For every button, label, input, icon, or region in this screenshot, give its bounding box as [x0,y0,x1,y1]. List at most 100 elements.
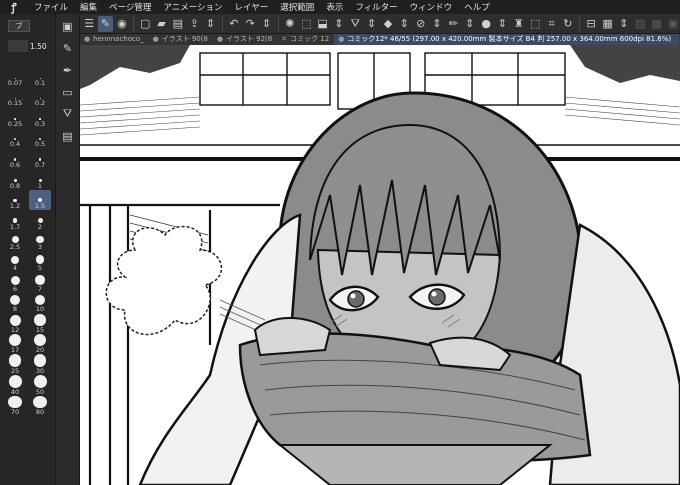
brush-size-option[interactable]: 1.7 [4,210,26,231]
menu-file[interactable]: ファイル [28,1,74,13]
stepper-icon[interactable]: ⇕ [203,16,217,32]
brush-size-label: 12 [10,325,20,334]
brush-size-option[interactable]: 8 [4,293,26,313]
tab-hennnachoco[interactable]: ● hennnachoco_ [80,34,149,45]
brush-dot-icon [34,314,46,326]
brush-size-option[interactable]: 5 [29,251,51,272]
stepper-icon[interactable]: ⇕ [364,16,378,32]
fill-bucket-icon[interactable]: ⛛ [348,16,362,32]
menu-animation[interactable]: アニメーション [157,1,228,13]
tab-illust-92[interactable]: ● イラスト 92(8 [212,34,278,45]
stepper-icon[interactable]: ⇕ [259,16,273,32]
brush-size-option[interactable]: 0.3 [29,107,51,128]
brush-size-option[interactable]: 80 [29,395,51,416]
menu-view[interactable]: 表示 [320,1,349,13]
menu-filter[interactable]: フィルター [349,1,403,13]
brush-size-option[interactable]: 17 [4,334,26,354]
deselect-icon[interactable]: ⬚ [299,16,313,32]
no-entry-icon[interactable]: ⊘ [414,16,428,32]
grid-icon[interactable]: ▦ [600,16,614,32]
brush-size-option[interactable]: 15 [29,313,51,334]
menu-window[interactable]: ウィンドウ [404,1,459,13]
close-icon[interactable]: ● [153,35,159,43]
brush-size-option[interactable]: 0.7 [29,148,51,169]
brush-size-option[interactable]: 1.5 [29,189,51,211]
brush-panel-tab[interactable]: ブ [8,20,30,32]
camera-icon[interactable]: ◉ [115,16,129,32]
rotate-icon[interactable]: ↻ [561,16,575,32]
stepper-icon[interactable]: ⇕ [495,16,509,32]
brush-size-option[interactable]: 7 [29,272,51,293]
drawing-canvas[interactable] [80,45,680,485]
brush-size-option[interactable]: 10 [29,293,51,313]
layer-icon[interactable]: ▣ [59,18,77,34]
save-icon[interactable]: ▤ [171,16,185,32]
tab-illust-90[interactable]: ● イラスト 90(8 [148,34,213,45]
brush-size-option[interactable]: 70 [4,395,26,416]
brush-icon[interactable]: ✎ [59,40,77,56]
loading-icon[interactable]: ✺ [283,16,297,32]
brush-size-option[interactable]: 0.07 [4,66,26,87]
export-icon[interactable]: ⇪ [187,16,201,32]
eraser-icon[interactable]: ▭ [59,84,77,100]
menu-layer[interactable]: レイヤー [229,1,275,13]
new-file-icon[interactable]: ▢ [138,16,152,32]
brush-size-option[interactable]: 0.5 [29,128,51,148]
brush-size-option[interactable]: 20 [29,334,51,354]
open-folder-icon[interactable]: ▰ [154,16,168,32]
drop-icon[interactable]: ● [479,16,493,32]
brush-size-option[interactable]: 0.2 [29,87,51,107]
brush-size-option[interactable]: 40 [4,374,26,396]
ruler-icon[interactable]: ⊟ [584,16,598,32]
frame-icon[interactable]: ⬚ [528,16,542,32]
close-icon[interactable]: ✕ [281,35,287,43]
pen-icon[interactable]: ✒ [59,62,77,78]
tab-comic-12[interactable]: ✕ コミック 12 [277,34,335,45]
redo-icon[interactable]: ↷ [243,16,257,32]
brush-size-option[interactable]: 25 [4,354,26,375]
brush-size-label: 25 [10,366,20,375]
brush-size-option[interactable]: 6 [4,272,26,293]
stepper-icon[interactable]: ⇕ [430,16,444,32]
draw-mode-icon[interactable]: ✎ [98,15,113,32]
menu-help[interactable]: ヘルプ [458,1,496,13]
eraser-tool-icon[interactable]: ◆ [381,16,395,32]
invert-selection-icon[interactable]: ⬓ [315,16,329,32]
brush-size-option[interactable]: 1 [29,169,51,190]
brush-size-option[interactable]: 4 [4,251,26,272]
pencil-icon[interactable]: ✏ [446,16,460,32]
close-icon[interactable]: ● [338,35,344,43]
brush-dot-icon [8,395,22,409]
brush-size-slider[interactable] [8,40,28,52]
menu-selection[interactable]: 選択範囲 [274,1,320,13]
menu-edit[interactable]: 編集 [74,1,103,13]
brush-size-option[interactable]: 0.8 [4,169,26,190]
brush-size-option[interactable]: 0.15 [4,87,26,107]
brush-size-option[interactable]: 1.2 [4,190,26,210]
brush-size-option[interactable]: 0.25 [4,107,26,128]
stepper-icon[interactable]: ⇕ [332,16,346,32]
crop-icon[interactable]: ⌗ [544,16,558,32]
brush-size-option[interactable]: 50 [29,374,51,396]
close-icon[interactable]: ● [217,35,223,43]
stepper-icon[interactable]: ⇕ [463,16,477,32]
menu-page[interactable]: ページ管理 [103,1,157,13]
stamp-icon[interactable]: ♜ [512,16,526,32]
brush-size-option[interactable]: 0.4 [4,128,26,148]
brush-size-option[interactable]: 12 [4,313,26,334]
tab-comic-12-active[interactable]: ● コミック12* 46/55 (297.00 x 420.00mm 製本サイズ … [334,34,680,45]
brush-size-option[interactable]: 2.5 [4,231,26,251]
menu-icon[interactable]: ☰ [82,16,96,32]
image-icon[interactable]: ▤ [59,128,77,144]
brush-size-option[interactable]: 2 [29,210,51,231]
brush-size-option[interactable]: 0.6 [4,148,26,169]
brush-size-option[interactable]: 30 [29,354,51,375]
undo-icon[interactable]: ↶ [227,16,241,32]
stepper-icon[interactable]: ⇕ [397,16,411,32]
app-logo-icon[interactable]: ꝭ [0,0,28,15]
stepper-icon[interactable]: ⇕ [617,16,631,32]
close-icon[interactable]: ● [84,35,90,43]
brush-size-option[interactable]: 3 [29,231,51,251]
brush-size-option[interactable]: 0.1 [29,66,51,87]
fill-icon[interactable]: ⛛ [59,106,77,122]
